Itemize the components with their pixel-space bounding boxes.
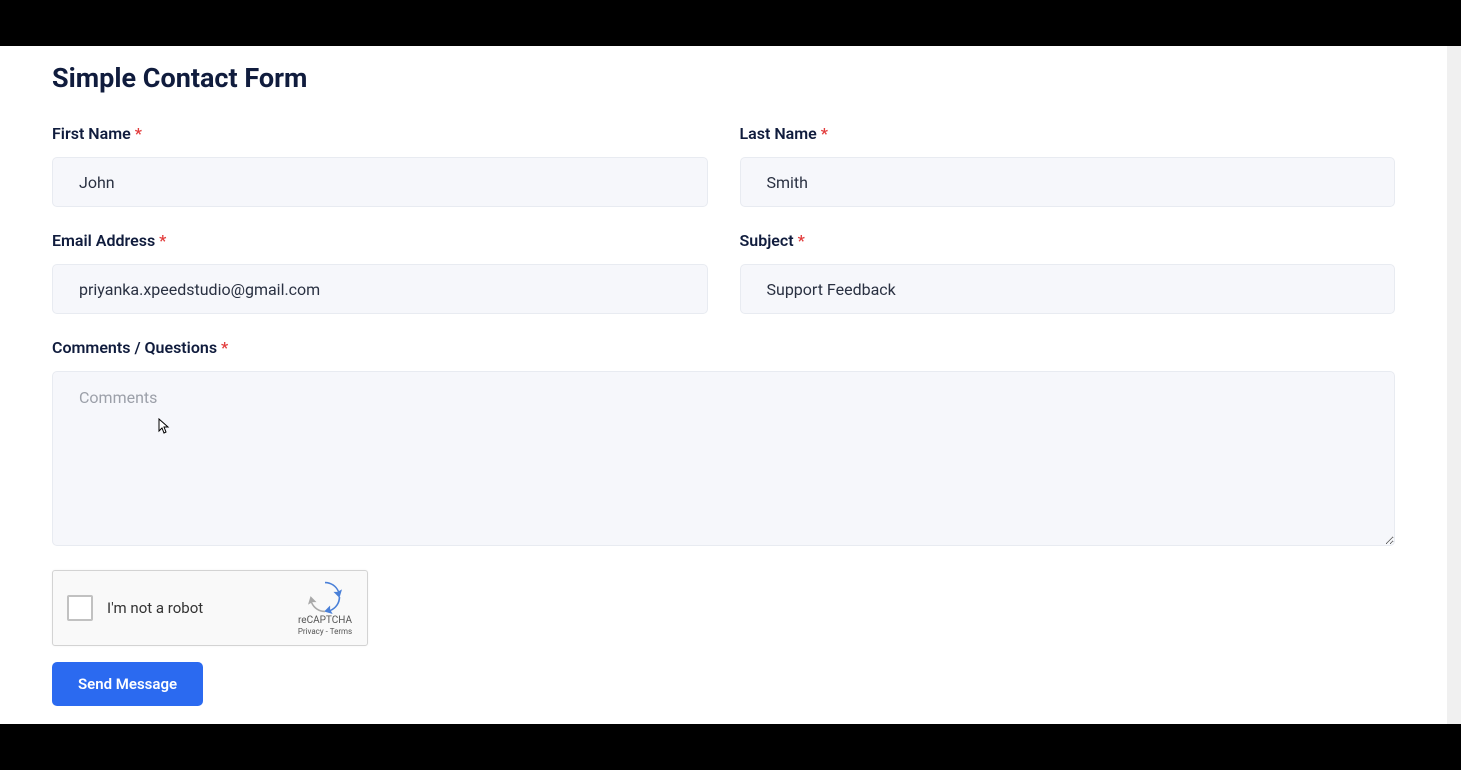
form-row-1: First Name * Last Name * [52,124,1395,207]
last-name-input[interactable] [740,157,1396,207]
send-message-button[interactable]: Send Message [52,662,203,706]
required-star: * [159,231,166,250]
first-name-input[interactable] [52,157,708,207]
last-name-label-text: Last Name [740,124,817,143]
scrollbar-track[interactable] [1447,46,1461,724]
email-input[interactable] [52,264,708,314]
page-title: Simple Contact Form [52,62,1395,94]
recaptcha-links: Privacy - Terms [298,627,352,636]
required-star: * [135,124,142,143]
recaptcha-privacy-link[interactable]: Privacy [298,627,324,636]
subject-label-text: Subject [740,231,794,250]
recaptcha-branding: reCAPTCHA Privacy - Terms [295,580,355,636]
top-black-bar [0,0,1461,46]
required-star: * [798,231,805,250]
recaptcha-label: I'm not a robot [107,599,295,617]
recaptcha-terms-link[interactable]: Terms [330,627,352,636]
subject-label: Subject * [740,231,1396,250]
content-wrapper: Simple Contact Form First Name * Last Na… [0,46,1461,724]
last-name-label: Last Name * [740,124,1396,143]
comments-textarea[interactable] [52,371,1395,546]
required-star: * [821,124,828,143]
recaptcha-checkbox[interactable] [67,595,93,621]
form-row-3: Comments / Questions * [52,338,1395,546]
email-label-text: Email Address [52,231,155,250]
comments-label: Comments / Questions * [52,338,1395,357]
comments-label-text: Comments / Questions [52,338,217,357]
first-name-label-text: First Name [52,124,131,143]
first-name-group: First Name * [52,124,708,207]
last-name-group: Last Name * [740,124,1396,207]
subject-input[interactable] [740,264,1396,314]
recaptcha-icon [308,580,342,614]
subject-group: Subject * [740,231,1396,314]
email-label: Email Address * [52,231,708,250]
first-name-label: First Name * [52,124,708,143]
form-container: Simple Contact Form First Name * Last Na… [0,46,1447,724]
recaptcha-brand-text: reCAPTCHA [298,615,352,626]
email-group: Email Address * [52,231,708,314]
required-star: * [221,338,228,357]
bottom-black-bar [0,724,1461,770]
form-row-2: Email Address * Subject * [52,231,1395,314]
comments-group: Comments / Questions * [52,338,1395,546]
recaptcha-widget: I'm not a robot reCAPTCHA Privacy - Term… [52,570,368,646]
